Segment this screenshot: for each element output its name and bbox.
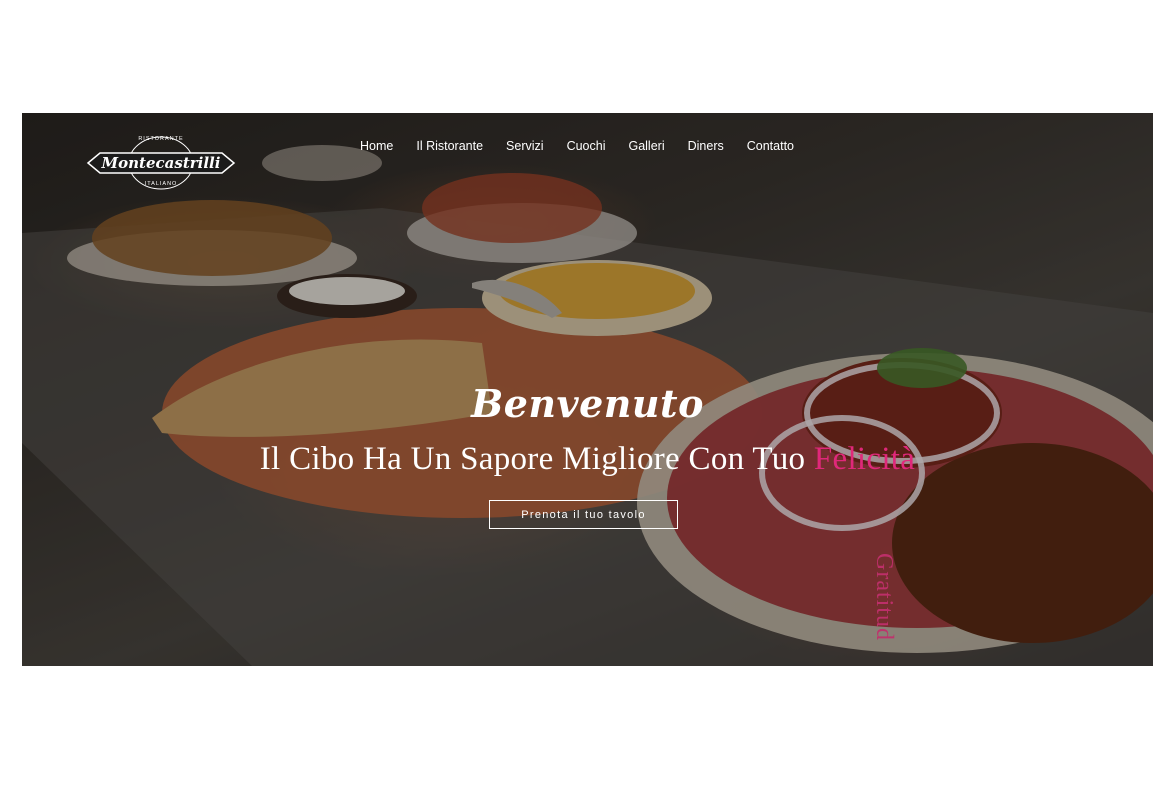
nav-cuochi[interactable]: Cuochi [567,139,606,153]
nav-contatto[interactable]: Contatto [747,139,794,153]
hero-section: RISTORANTE Montecastrilli ITALIANO Home … [22,113,1153,666]
welcome-heading: Benvenuto [471,381,704,426]
nav-galleri[interactable]: Galleri [628,139,664,153]
nav-il-ristorante[interactable]: Il Ristorante [416,139,483,153]
logo-badge-top-text: RISTORANTE [138,136,184,142]
brand-logo[interactable]: RISTORANTE Montecastrilli ITALIANO [86,133,236,193]
logo-wordmark: Montecastrilli [101,154,221,172]
vertical-side-text: Gratitud [871,553,897,641]
logo-badge-bottom-text: ITALIANO [144,181,178,187]
nav-home[interactable]: Home [360,139,393,153]
nav-diners[interactable]: Diners [688,139,724,153]
tagline-accent-text: Felicità [813,441,916,477]
main-nav: Home Il Ristorante Servizi Cuochi Galler… [360,139,817,153]
book-table-button[interactable]: Prenota il tuo tavolo [489,500,678,529]
hero-tagline: Il Cibo Ha Un Sapore Migliore Con Tuo Fe… [22,441,1153,478]
nav-servizi[interactable]: Servizi [506,139,544,153]
tagline-main-text: Il Cibo Ha Un Sapore Migliore Con Tuo [259,441,814,477]
